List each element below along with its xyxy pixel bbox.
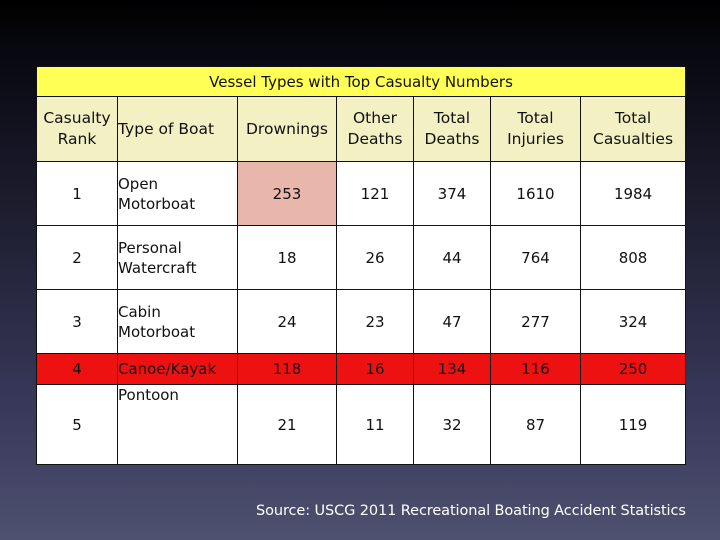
table-row: 3 Cabin Motorboat 24 23 47 277 324	[36, 289, 687, 354]
cell-total-deaths: 47	[413, 289, 491, 354]
table-row: 2 Personal Watercraft 18 26 44 764 808	[36, 225, 687, 290]
cell-total-injuries: 1610	[490, 161, 581, 226]
cell-boat: Open Motorboat	[117, 161, 238, 226]
cell-drownings-highlighted: 253	[237, 161, 337, 226]
cell-boat: Canoe/Kayak	[117, 353, 238, 385]
cell-rank: 4	[36, 353, 118, 385]
cell-boat: Personal Watercraft	[117, 225, 238, 290]
cell-drownings: 18	[237, 225, 337, 290]
cell-total-injuries: 277	[490, 289, 581, 354]
cell-other-deaths: 26	[336, 225, 414, 290]
cell-total-casualties: 119	[579, 384, 687, 465]
cell-total-injuries: 116	[490, 353, 581, 385]
cell-other-deaths: 121	[336, 161, 414, 226]
header-total-deaths: Total Deaths	[413, 96, 491, 162]
cell-total-deaths: 44	[413, 225, 491, 290]
cell-rank: 3	[36, 289, 118, 354]
table-row-highlighted: 4 Canoe/Kayak 118 16 134 116 250	[36, 353, 687, 385]
cell-total-casualties: 808	[579, 225, 687, 290]
cell-total-casualties: 324	[579, 289, 687, 354]
cell-drownings: 21	[237, 384, 337, 465]
cell-total-casualties: 250	[579, 353, 687, 385]
cell-rank: 5	[36, 384, 118, 465]
casualty-table: Vessel Types with Top Casualty Numbers C…	[35, 66, 687, 465]
header-total-casualties: Total Casualties	[579, 96, 687, 162]
header-casualty-rank: Casualty Rank	[36, 96, 118, 162]
table-row: 5 Pontoon 21 11 32 87 119	[36, 384, 687, 465]
cell-total-deaths: 374	[413, 161, 491, 226]
header-drownings: Drownings	[237, 96, 337, 162]
cell-rank: 2	[36, 225, 118, 290]
cell-drownings: 118	[237, 353, 337, 385]
source-caption: Source: USCG 2011 Recreational Boating A…	[256, 503, 686, 519]
header-row: Casualty Rank Type of Boat Drownings Othe…	[36, 96, 687, 162]
cell-total-injuries: 87	[490, 384, 581, 465]
cell-boat: Pontoon	[117, 384, 238, 465]
cell-rank: 1	[36, 161, 118, 226]
cell-drownings: 24	[237, 289, 337, 354]
header-type-of-boat: Type of Boat	[117, 96, 238, 162]
cell-other-deaths: 23	[336, 289, 414, 354]
cell-total-deaths: 32	[413, 384, 491, 465]
cell-boat: Cabin Motorboat	[117, 289, 238, 354]
cell-total-casualties: 1984	[579, 161, 687, 226]
cell-other-deaths: 16	[336, 353, 414, 385]
table-title: Vessel Types with Top Casualty Numbers	[35, 66, 687, 97]
header-other-deaths: Other Deaths	[336, 96, 414, 162]
cell-total-deaths: 134	[413, 353, 491, 385]
cell-total-injuries: 764	[490, 225, 581, 290]
table-row: 1 Open Motorboat 253 121 374 1610 1984	[36, 161, 687, 226]
cell-other-deaths: 11	[336, 384, 414, 465]
header-total-injuries: Total Injuries	[490, 96, 581, 162]
